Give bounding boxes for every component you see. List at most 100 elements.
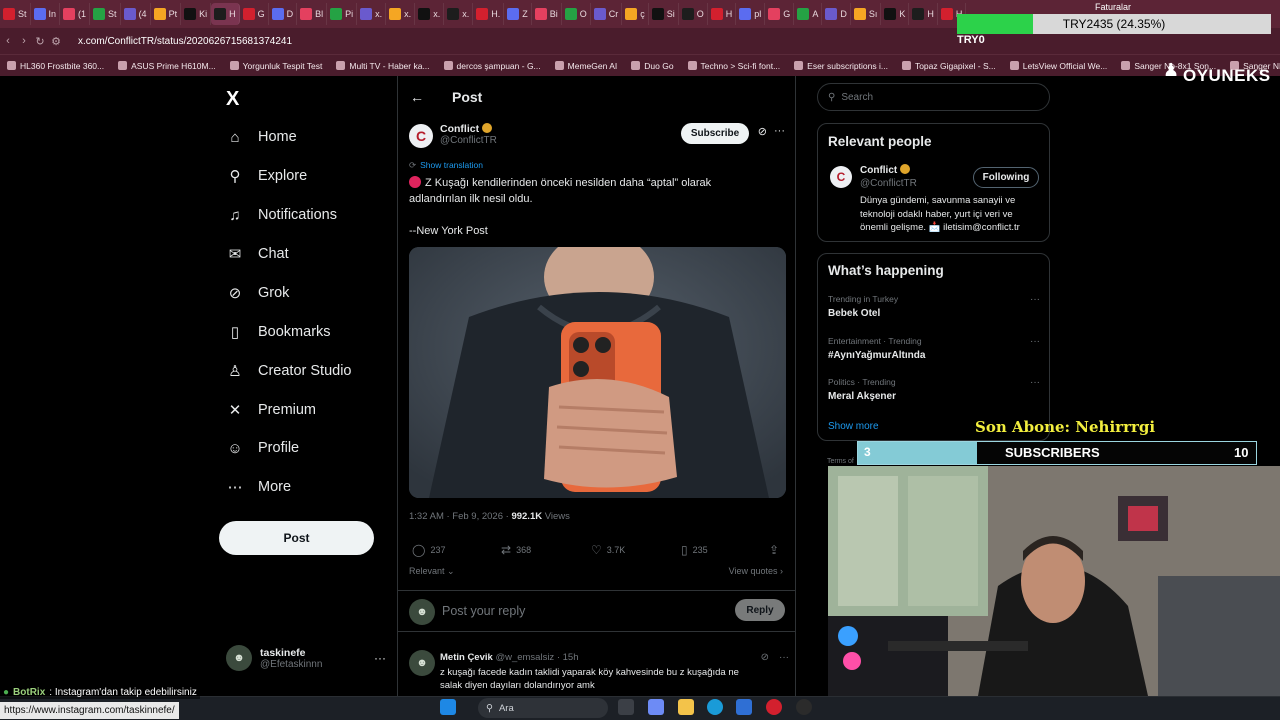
- browser-tab[interactable]: D: [822, 3, 851, 25]
- bookmark-item[interactable]: Topaz Gigapixel - S...: [895, 61, 1003, 71]
- grok-icon[interactable]: ⊘: [761, 652, 769, 663]
- nav-item-profile[interactable]: ☺ Profile: [226, 434, 299, 462]
- following-button[interactable]: Following: [973, 167, 1039, 188]
- nav-item-chat[interactable]: ✉ Chat: [226, 240, 289, 268]
- browser-tab[interactable]: A: [794, 3, 823, 25]
- bookmark-item[interactable]: ASUS Prime H610M...: [111, 61, 223, 71]
- terms-link[interactable]: Terms of: [827, 458, 854, 465]
- browser-tab[interactable]: pl: [736, 3, 766, 25]
- browser-tab[interactable]: K: [881, 3, 910, 25]
- browser-tab[interactable]: St: [90, 3, 121, 25]
- nav-item-home[interactable]: ⌂ Home: [226, 123, 296, 151]
- browser-tab[interactable]: Pi: [327, 3, 358, 25]
- reload-icon[interactable]: ↻: [32, 35, 48, 48]
- forward-icon[interactable]: ›: [16, 35, 32, 47]
- person-avatar[interactable]: C: [830, 166, 852, 188]
- trend-more-icon[interactable]: ···: [1030, 294, 1040, 305]
- trend-item[interactable]: Entertainment · Trending #AynıYağmurAltın…: [828, 336, 1040, 361]
- browser-tab[interactable]: In: [31, 3, 61, 25]
- back-icon[interactable]: ‹: [0, 35, 16, 47]
- nav-item-creator-studio[interactable]: ♙ Creator Studio: [226, 357, 351, 385]
- browser-tab[interactable]: (1: [60, 3, 91, 25]
- x-logo[interactable]: X: [226, 88, 239, 111]
- nav-item-notifications[interactable]: ♫ Notifications: [226, 201, 337, 229]
- post-image[interactable]: [409, 247, 786, 498]
- browser-tab[interactable]: G: [765, 3, 795, 25]
- bookmark-item[interactable]: HL360 Frostbite 360...: [0, 61, 111, 71]
- trend-more-icon[interactable]: ···: [1030, 336, 1040, 347]
- browser-tab[interactable]: Bl: [297, 3, 328, 25]
- show-translation-link[interactable]: ⟳ Show translation: [409, 160, 483, 171]
- url-field[interactable]: x.com/ConflictTR/status/2020626715681374…: [78, 36, 292, 47]
- browser-tab[interactable]: H.: [473, 3, 505, 25]
- subscribe-button[interactable]: Subscribe: [681, 123, 749, 144]
- bookmark-item[interactable]: Techno > Sci-fi font...: [681, 61, 788, 71]
- account-switcher[interactable]: ☻ taskinefe @Efetaskinnn ···: [226, 642, 386, 674]
- grok-icon[interactable]: ⊘: [758, 125, 767, 138]
- browser-tab[interactable]: G: [240, 3, 269, 25]
- task-view-icon[interactable]: [618, 699, 634, 715]
- store-icon[interactable]: [736, 699, 752, 715]
- reply-input[interactable]: Post your reply: [442, 604, 525, 618]
- repost-action[interactable]: ⇄ 368: [501, 543, 531, 557]
- bookmark-action[interactable]: ▯ 235: [681, 543, 708, 557]
- browser-tab[interactable]: O: [679, 3, 708, 25]
- browser-tab[interactable]: D: [269, 3, 298, 25]
- bookmark-item[interactable]: LetsView Official We...: [1003, 61, 1115, 71]
- obs-icon[interactable]: [796, 699, 812, 715]
- browser-tab[interactable]: St: [0, 3, 31, 25]
- person-name[interactable]: Conflict: [860, 165, 897, 176]
- nav-item-bookmarks[interactable]: ▯ Bookmarks: [226, 318, 331, 346]
- browser-tab[interactable]: Ki: [181, 3, 212, 25]
- bookmark-item[interactable]: dercos şampuan - G...: [437, 61, 548, 71]
- browser-tab[interactable]: O: [562, 3, 591, 25]
- search-input[interactable]: ⚲ Search: [817, 83, 1050, 111]
- browser-tab[interactable]: Z: [504, 3, 532, 25]
- browser-tab[interactable]: Cr: [591, 3, 623, 25]
- browser-tab[interactable]: H: [211, 3, 240, 25]
- browser-tab[interactable]: (4: [121, 3, 151, 25]
- view-quotes-link[interactable]: View quotes ›: [729, 566, 783, 576]
- account-menu-icon[interactable]: ···: [374, 651, 386, 665]
- browser-tab[interactable]: x.: [444, 3, 474, 25]
- browser-tab[interactable]: x.: [415, 3, 445, 25]
- reply-button[interactable]: Reply: [735, 599, 785, 621]
- nav-item-grok[interactable]: ⊘ Grok: [226, 279, 290, 307]
- trend-item[interactable]: Trending in Turkey Bebek Otel ···: [828, 294, 1040, 319]
- bookmark-item[interactable]: Eser subscriptions i...: [787, 61, 895, 71]
- copilot-icon[interactable]: [648, 699, 664, 715]
- taskbar-search[interactable]: ⚲ Ara: [478, 698, 608, 718]
- post-timestamp[interactable]: 1:32 AM · Feb 9, 2026 ·: [409, 511, 509, 522]
- sort-dropdown[interactable]: Relevant ⌄: [409, 566, 455, 577]
- site-info-icon[interactable]: ⚙: [48, 35, 64, 48]
- more-options-icon[interactable]: ···: [779, 652, 789, 663]
- file-explorer-icon[interactable]: [678, 699, 694, 715]
- browser-tab[interactable]: H: [708, 3, 737, 25]
- browser-tab[interactable]: ç: [622, 3, 649, 25]
- comment-handle[interactable]: @w_emsalsiz: [495, 652, 554, 663]
- comment-author[interactable]: Metin Çevik: [440, 652, 493, 663]
- author-name[interactable]: Conflict: [440, 123, 479, 135]
- browser-tab[interactable]: H: [909, 3, 938, 25]
- trend-more-icon[interactable]: ···: [1030, 377, 1040, 388]
- browser-tab[interactable]: x.: [357, 3, 387, 25]
- browser-tab[interactable]: Si: [649, 3, 679, 25]
- opera-icon[interactable]: [766, 699, 782, 715]
- share-icon[interactable]: ⇪: [769, 543, 779, 557]
- browser-tab[interactable]: Sı: [851, 3, 882, 25]
- comment-time[interactable]: · 15h: [557, 652, 579, 663]
- show-more-link[interactable]: Show more: [828, 421, 879, 432]
- browser-tab[interactable]: Pt: [151, 3, 182, 25]
- nav-item-premium[interactable]: ✕ Premium: [226, 396, 316, 424]
- person-handle[interactable]: @ConflictTR: [860, 178, 917, 189]
- nav-item-more[interactable]: ⋯ More: [226, 473, 292, 501]
- bookmark-item[interactable]: Duo Go: [624, 61, 680, 71]
- browser-tab[interactable]: Bi: [532, 3, 562, 25]
- nav-item-explore[interactable]: ⚲ Explore: [226, 162, 308, 190]
- bookmark-item[interactable]: Yorgunluk Tespit Test: [223, 61, 330, 71]
- trend-item[interactable]: Politics · Trending Meral Akşener ···: [828, 377, 1040, 402]
- author-handle[interactable]: @ConflictTR: [440, 135, 497, 146]
- like-action[interactable]: ♡ 3.7K: [591, 543, 625, 557]
- bookmark-item[interactable]: Multi TV - Haber ka...: [329, 61, 436, 71]
- windows-start-icon[interactable]: [440, 699, 456, 715]
